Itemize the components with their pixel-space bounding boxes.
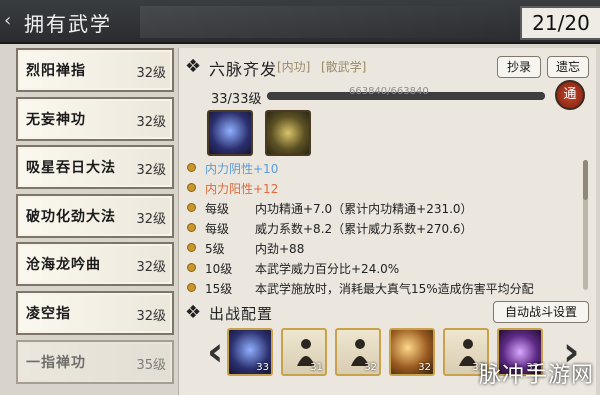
header-decoration: [140, 6, 520, 38]
slot-level: 32: [364, 362, 377, 373]
header-bar: ‹ 拥有武学 21/20: [0, 0, 600, 44]
bullet-icon: [187, 223, 196, 232]
skill-level: 32级: [136, 260, 166, 276]
skill-name: 凌空指: [26, 305, 71, 322]
diamond-star-icon: ❖: [185, 56, 202, 77]
skill-level: 32级: [136, 114, 166, 130]
battle-config-title: 出战配置: [209, 305, 274, 323]
effects-scrollbar[interactable]: [583, 160, 588, 290]
skill-art-icon-aura[interactable]: [265, 110, 311, 156]
skill-level: 35级: [136, 357, 166, 373]
effect-text: 内功精通+7.0（累计内功精通+231.0）: [255, 202, 473, 216]
battle-slot[interactable]: 32: [389, 328, 435, 376]
skill-detail-panel: ❖ 六脉齐发 [内功] [散武学] 抄录 遗忘 33/33级 663840/66…: [178, 48, 596, 395]
battle-slot[interactable]: 31: [281, 328, 327, 376]
skill-name: 破功化劲大法: [26, 208, 116, 225]
exp-value: 663840/663840: [349, 86, 429, 97]
bullet-icon: [187, 183, 196, 192]
effect-prefix: 15级: [205, 282, 233, 296]
effect-prefix: 10级: [205, 262, 233, 276]
battle-slot[interactable]: 33: [227, 328, 273, 376]
effect-row: 内力阳性+12: [187, 178, 587, 198]
effect-row: 10级 本武学威力百分比+24.0%: [187, 258, 587, 278]
bullet-icon: [187, 203, 196, 212]
skill-item[interactable]: 一指禅功 35级: [16, 339, 174, 384]
skill-type-tag: [内功]: [277, 60, 311, 74]
skill-level: 32级: [136, 308, 166, 324]
watermark-logo: 脉冲手游网: [478, 363, 594, 388]
bullet-icon: [187, 283, 196, 292]
slot-level: 33: [256, 362, 269, 373]
bullet-icon: [187, 243, 196, 252]
skill-item[interactable]: 无妄神功 32级: [16, 96, 174, 141]
skill-name: 一指禅功: [26, 354, 86, 371]
effect-row: 15级 本武学施放时，消耗最大真气15%造成伤害平均分配: [187, 278, 587, 298]
forget-button[interactable]: 遗忘: [547, 56, 589, 78]
effect-text: 威力系数+8.2（累计威力系数+270.6）: [255, 222, 473, 236]
skill-item[interactable]: 吸星吞日大法 32级: [16, 145, 174, 190]
skill-title: 六脉齐发: [209, 60, 278, 79]
effect-text: 内力阳性+12: [205, 182, 279, 196]
skill-name: 吸星吞日大法: [26, 160, 116, 177]
effect-text: 内劲+88: [255, 242, 305, 256]
battle-slot[interactable]: 32: [335, 328, 381, 376]
skill-name: 烈阳禅指: [26, 63, 86, 79]
skill-category-tag: [散武学]: [321, 60, 367, 74]
skill-level: 32级: [136, 211, 166, 227]
skill-item[interactable]: 沧海龙吟曲 32级: [16, 242, 174, 287]
effect-list: 内力阴性+10 内力阳性+12 每级 内功精通+7.0（累计内功精通+231.0…: [187, 158, 587, 298]
scrollbar-thumb[interactable]: [583, 160, 588, 200]
effect-row: 内力阴性+10: [187, 158, 587, 178]
skill-item[interactable]: 凌空指 32级: [16, 290, 174, 335]
effect-text: 本武学施放时，消耗最大真气15%造成伤害平均分配: [255, 282, 534, 296]
skill-level: 32级: [136, 66, 166, 81]
skill-art-icon-palm[interactable]: [207, 110, 253, 156]
copy-button[interactable]: 抄录: [497, 56, 541, 78]
slot-level: 31: [310, 362, 323, 373]
skill-level: 32级: [136, 163, 166, 179]
skill-name: 无妄神功: [26, 111, 86, 128]
effect-row: 5级 内劲+88: [187, 238, 587, 258]
skill-count-badge: 21/20: [520, 6, 600, 40]
skill-level-readout: 33/33级: [211, 92, 262, 107]
mastery-seal-icon[interactable]: 通: [555, 80, 585, 110]
effect-row: 每级 威力系数+8.2（累计威力系数+270.6）: [187, 218, 587, 238]
skill-name: 沧海龙吟曲: [26, 257, 101, 274]
back-arrow-icon[interactable]: ‹: [4, 10, 18, 34]
bullet-icon: [187, 263, 196, 272]
effect-prefix: 每级: [205, 222, 230, 236]
effect-prefix: 每级: [205, 202, 230, 216]
skill-item[interactable]: 破功化劲大法 32级: [16, 193, 174, 238]
page-title: 拥有武学: [24, 12, 112, 36]
diamond-star-icon: ❖: [185, 302, 202, 323]
effect-row: 每级 内功精通+7.0（累计内功精通+231.0）: [187, 198, 587, 218]
skill-item[interactable]: 烈阳禅指 32级: [16, 48, 174, 92]
slot-level: 32: [418, 362, 431, 373]
effect-prefix: 5级: [205, 242, 225, 256]
effect-text: 内力阴性+10: [205, 162, 279, 176]
auto-battle-settings-button[interactable]: 自动战斗设置: [493, 301, 589, 323]
effect-text: 本武学威力百分比+24.0%: [255, 262, 400, 276]
skill-list: 烈阳禅指 32级 无妄神功 32级 吸星吞日大法 32级 破功化劲大法 32级 …: [16, 48, 174, 388]
bullet-icon: [187, 163, 196, 172]
